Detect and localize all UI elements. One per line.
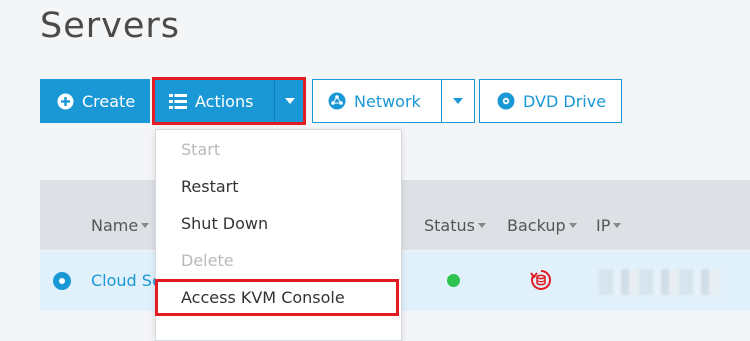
create-button[interactable]: Create xyxy=(40,79,150,123)
backup-icon[interactable] xyxy=(530,269,552,295)
menu-item-restart[interactable]: Restart xyxy=(181,177,239,196)
actions-main-button[interactable]: Actions xyxy=(154,79,274,123)
network-button-label: Network xyxy=(354,91,421,111)
plus-circle-icon xyxy=(57,93,74,110)
actions-caret-button[interactable] xyxy=(274,79,304,123)
network-button[interactable]: Network xyxy=(312,79,442,123)
list-icon xyxy=(169,93,187,109)
network-icon xyxy=(328,92,346,110)
menu-item-shut-down[interactable]: Shut Down xyxy=(181,214,268,233)
disc-icon xyxy=(497,92,515,110)
server-name-link[interactable]: Cloud Se xyxy=(91,271,162,290)
create-button-label: Create xyxy=(82,91,136,111)
sort-caret-icon xyxy=(141,223,150,228)
network-caret-button[interactable] xyxy=(441,79,475,123)
status-indicator-icon xyxy=(447,274,460,287)
dvd-drive-button-label: DVD Drive xyxy=(523,91,607,111)
actions-dropdown-menu: Start Restart Shut Down Delete Access KV… xyxy=(155,129,402,341)
sort-caret-icon xyxy=(477,223,486,228)
column-header-name[interactable]: Name xyxy=(91,216,150,235)
menu-item-start: Start xyxy=(181,140,221,159)
page-title: Servers xyxy=(40,6,181,46)
dvd-drive-button[interactable]: DVD Drive xyxy=(479,79,622,123)
ip-address-redacted xyxy=(599,269,719,295)
column-header-backup[interactable]: Backup xyxy=(507,216,577,235)
actions-button[interactable]: Actions xyxy=(154,79,304,123)
sort-caret-icon xyxy=(613,223,622,228)
menu-item-delete: Delete xyxy=(181,251,234,270)
row-select-radio[interactable] xyxy=(53,272,71,290)
column-header-ip[interactable]: IP xyxy=(596,216,622,235)
actions-button-label: Actions xyxy=(195,91,254,111)
chevron-down-icon xyxy=(453,98,463,104)
sort-caret-icon xyxy=(568,223,577,228)
column-header-status[interactable]: Status xyxy=(424,216,486,235)
chevron-down-icon xyxy=(284,98,295,104)
menu-item-access-kvm-console[interactable]: Access KVM Console xyxy=(181,288,345,307)
